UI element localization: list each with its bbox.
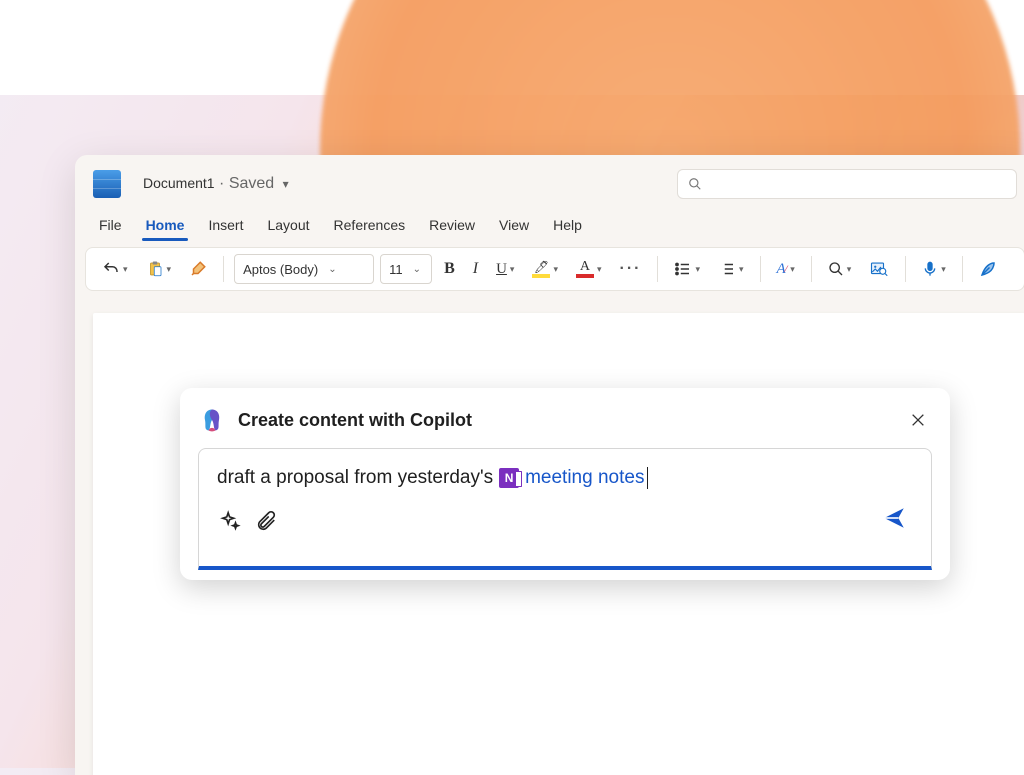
paintbrush-icon: [189, 260, 207, 278]
search-input[interactable]: [677, 169, 1017, 199]
font-color-button[interactable]: A▾: [570, 254, 608, 284]
menu-review[interactable]: Review: [427, 213, 477, 241]
chevron-down-icon: ▾: [847, 264, 852, 275]
chevron-down-icon: ▾: [941, 264, 946, 275]
copilot-title: Create content with Copilot: [238, 410, 472, 431]
document-name: Document1: [143, 175, 215, 191]
search-icon: [688, 177, 702, 191]
send-icon: [881, 505, 907, 531]
menu-help[interactable]: Help: [551, 213, 584, 241]
prompt-text-plain: draft a proposal from yesterday's: [217, 467, 493, 489]
editor-button[interactable]: [973, 254, 1003, 284]
menu-insert[interactable]: Insert: [206, 213, 245, 241]
bold-button[interactable]: B: [438, 254, 461, 284]
copilot-panel: Create content with Copilot draft a prop…: [180, 388, 950, 580]
copilot-logo-icon: [198, 406, 226, 434]
menubar: File Home Insert Layout References Revie…: [75, 209, 1024, 241]
font-size-select[interactable]: 11 ⌄: [380, 254, 432, 284]
close-button[interactable]: [904, 406, 932, 434]
chevron-down-icon: ▾: [510, 264, 515, 275]
chevron-down-icon: ▾: [695, 264, 700, 275]
designer-button[interactable]: [863, 254, 895, 284]
chevron-down-icon: ▾: [123, 264, 128, 275]
reference-link-text: meeting notes: [525, 467, 644, 489]
close-icon: [910, 412, 926, 428]
onenote-icon: N: [499, 468, 519, 488]
image-search-icon: [869, 260, 889, 278]
undo-button[interactable]: ▾: [96, 254, 134, 284]
font-name-select[interactable]: Aptos (Body) ⌄: [234, 254, 374, 284]
numbered-list-icon: [718, 260, 736, 278]
menu-home[interactable]: Home: [144, 213, 187, 241]
paste-button[interactable]: ▾: [140, 254, 178, 284]
more-font-options-button[interactable]: ···: [614, 254, 648, 284]
ribbon-toolbar: ▾ ▾ Aptos (Body) ⌄ 11 ⌄ B I U▾ 🖊▾ A▾ ···: [85, 247, 1024, 291]
paperclip-icon: [255, 510, 277, 532]
underline-button[interactable]: U▾: [490, 254, 520, 284]
highlight-color-button[interactable]: 🖊▾: [526, 254, 564, 284]
format-painter-button[interactable]: [183, 254, 213, 284]
inspire-button[interactable]: [219, 506, 241, 536]
menu-layout[interactable]: Layout: [265, 213, 311, 241]
clipboard-icon: [146, 259, 164, 279]
numbered-list-button[interactable]: ▾: [712, 254, 750, 284]
dictate-button[interactable]: ▾: [916, 254, 952, 284]
attach-button[interactable]: [255, 506, 277, 536]
document-title-group[interactable]: Document1 · Saved ▾: [143, 175, 289, 193]
font-name-value: Aptos (Body): [243, 262, 318, 277]
send-button[interactable]: [877, 501, 911, 540]
menu-references[interactable]: References: [332, 213, 408, 241]
find-button[interactable]: ▾: [822, 254, 858, 284]
chevron-down-icon: ⌄: [413, 264, 421, 275]
italic-button[interactable]: I: [467, 254, 484, 284]
chevron-down-icon: ▾: [553, 264, 558, 275]
chevron-down-icon: ▾: [790, 264, 795, 275]
feather-icon: [979, 260, 997, 278]
undo-icon: [102, 260, 120, 278]
microphone-icon: [922, 260, 938, 278]
menu-file[interactable]: File: [97, 213, 124, 241]
word-app-icon: [93, 170, 121, 198]
font-size-value: 11: [389, 262, 403, 277]
copilot-prompt-input[interactable]: draft a proposal from yesterday's N meet…: [198, 448, 932, 570]
reference-chip[interactable]: N meeting notes: [499, 467, 644, 489]
chevron-down-icon: ⌄: [328, 264, 336, 275]
titlebar: Document1 · Saved ▾: [75, 155, 1024, 209]
styles-button[interactable]: A⁄ ▾: [771, 254, 801, 284]
bullet-list-button[interactable]: ▾: [668, 254, 706, 284]
save-status: · Saved: [219, 175, 274, 192]
search-icon: [828, 261, 844, 277]
chevron-down-icon: ▾: [597, 264, 602, 275]
menu-view[interactable]: View: [497, 213, 531, 241]
sparkle-icon: [219, 510, 241, 532]
chevron-down-icon: ▾: [739, 264, 744, 275]
chevron-down-icon: ▾: [167, 264, 172, 275]
bullet-list-icon: [674, 260, 692, 278]
chevron-down-icon: ▾: [283, 177, 289, 191]
text-cursor: [647, 467, 648, 489]
